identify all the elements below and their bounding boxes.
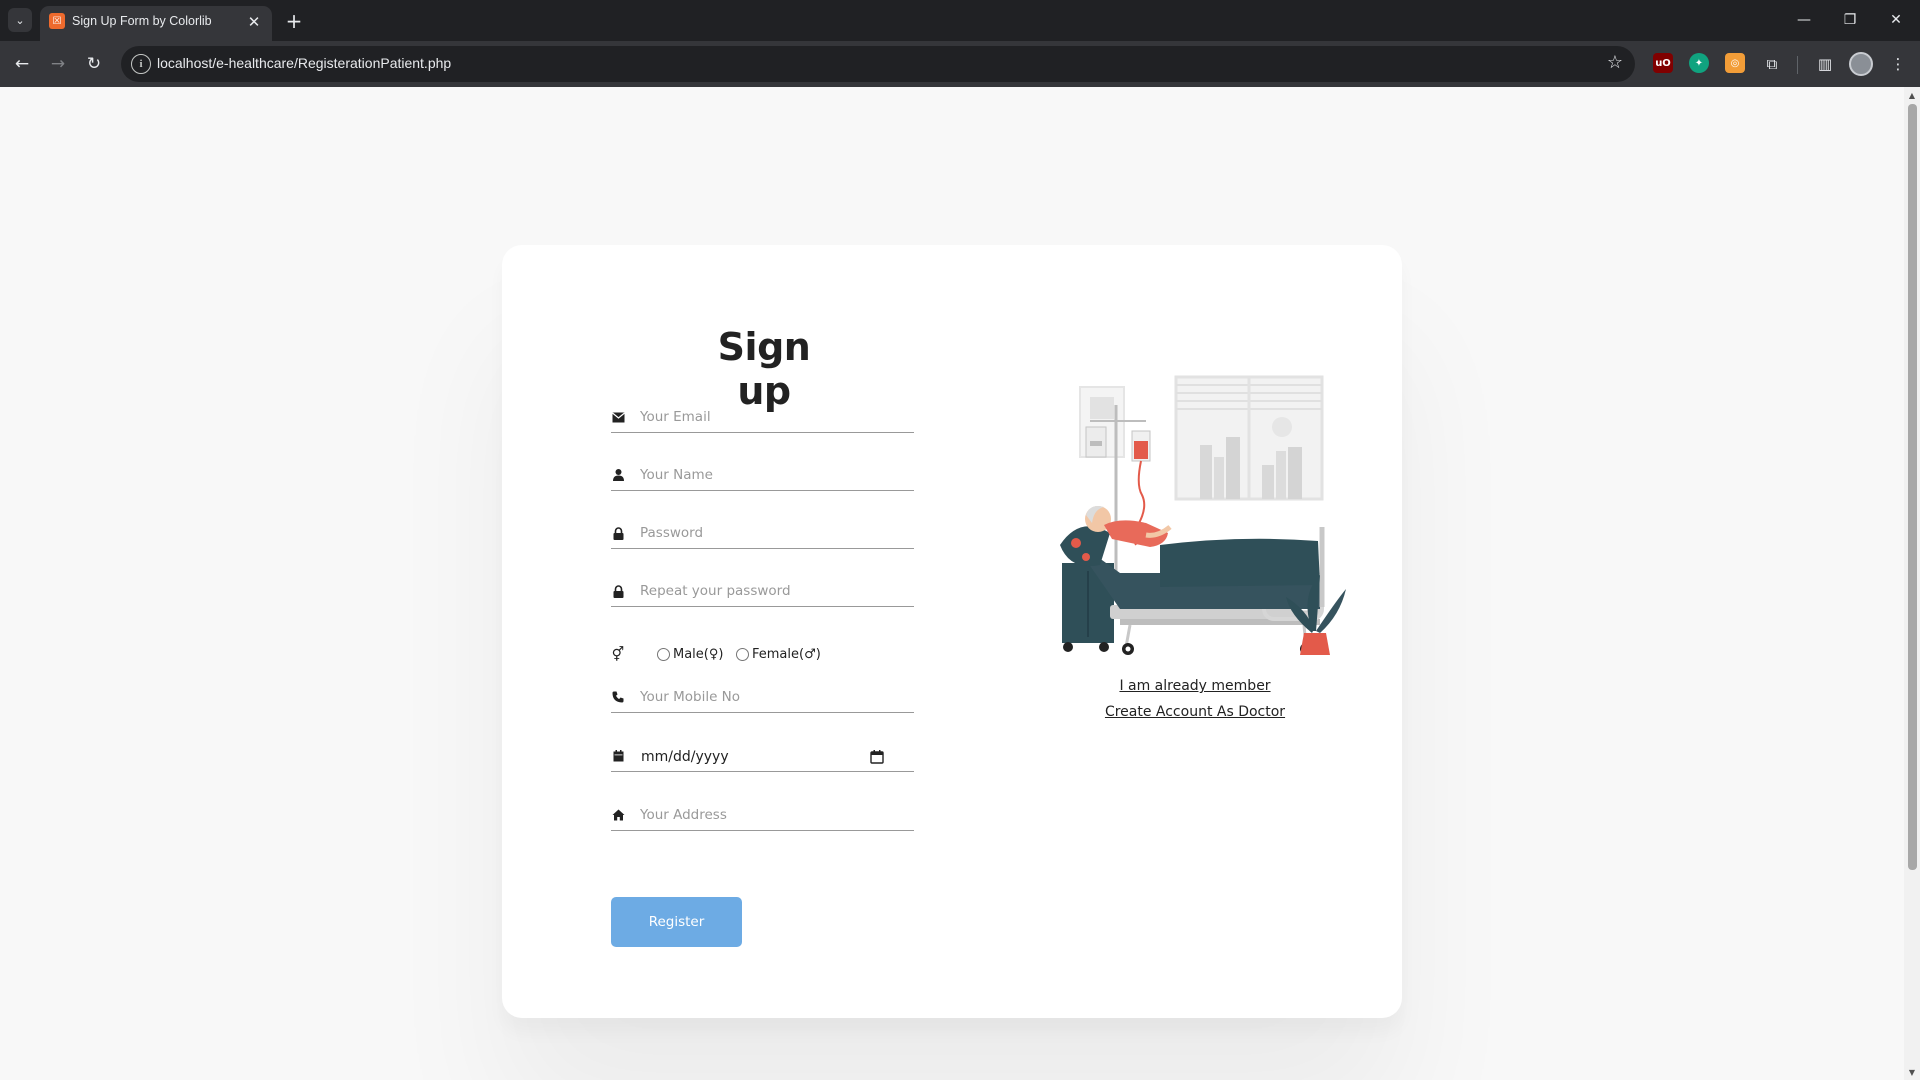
- register-button[interactable]: Register: [611, 897, 742, 947]
- repeat-password-input[interactable]: [640, 583, 910, 599]
- create-doctor-account-link[interactable]: Create Account As Doctor: [1062, 704, 1328, 720]
- lock-icon: [611, 583, 625, 599]
- mobile-input[interactable]: [640, 689, 910, 705]
- chatgpt-extension-icon[interactable]: ✦: [1689, 53, 1709, 73]
- phone-icon: [611, 689, 625, 705]
- home-icon: [611, 807, 625, 823]
- browser-tab[interactable]: ☒ Sign Up Form by Colorlib ✕: [40, 6, 272, 41]
- date-input-value[interactable]: mm/dd/yyyy: [641, 749, 729, 765]
- signup-card: Sign up Your Email Your Name ⚥ Male(♀) F…: [502, 245, 1402, 1018]
- new-tab-button[interactable]: +: [282, 9, 306, 33]
- profile-avatar[interactable]: [1849, 52, 1873, 76]
- page-viewport: Sign up Your Email Your Name ⚥ Male(♀) F…: [0, 87, 1920, 1080]
- gender-field: ⚥ Male(♀) Female(♂): [611, 645, 914, 667]
- female-radio-label[interactable]: Female(♂): [752, 647, 821, 662]
- back-icon[interactable]: ←: [10, 52, 34, 76]
- email-input[interactable]: [640, 409, 910, 425]
- tab-title: Sign Up Form by Colorlib: [72, 14, 212, 28]
- extensions-puzzle-icon[interactable]: ⧉: [1760, 52, 1784, 76]
- bookmark-star-icon[interactable]: ☆: [1607, 52, 1623, 73]
- female-radio[interactable]: [736, 648, 749, 661]
- close-tab-icon[interactable]: ✕: [244, 12, 264, 32]
- minimize-icon[interactable]: —: [1781, 6, 1827, 34]
- browser-toolbar: ← → ↻ i localhost/e-healthcare/Registera…: [0, 41, 1920, 87]
- hospital-patient-illustration: [1050, 375, 1350, 665]
- close-window-icon[interactable]: ✕: [1873, 6, 1919, 34]
- already-member-link[interactable]: I am already member: [1062, 678, 1328, 694]
- user-icon: [611, 467, 625, 483]
- page-scrollbar[interactable]: ▲ ▼: [1904, 87, 1920, 1080]
- restore-icon[interactable]: ❐: [1827, 6, 1873, 34]
- forward-icon[interactable]: →: [46, 52, 70, 76]
- calendar-icon: [611, 748, 625, 764]
- tab-search-button[interactable]: ⌄: [8, 8, 32, 32]
- scrollbar-thumb[interactable]: [1908, 104, 1917, 870]
- envelope-icon: [611, 409, 625, 425]
- repeat-password-field: [611, 577, 914, 607]
- tab-strip: ⌄ ☒ Sign Up Form by Colorlib ✕ + — ❐ ✕: [0, 0, 1920, 41]
- ublock-extension-icon[interactable]: uO: [1653, 53, 1673, 73]
- birthdate-field[interactable]: mm/dd/yyyy: [611, 742, 914, 772]
- reload-icon[interactable]: ↻: [82, 52, 106, 76]
- side-panel-icon[interactable]: ▥: [1813, 52, 1837, 76]
- address-field: [611, 801, 914, 831]
- male-radio[interactable]: [657, 648, 670, 661]
- name-field: [611, 461, 914, 491]
- address-input[interactable]: [640, 807, 910, 823]
- male-radio-label[interactable]: Male(♀): [673, 647, 723, 662]
- name-input[interactable]: [640, 467, 910, 483]
- calendar-picker-icon[interactable]: [870, 749, 884, 764]
- address-bar[interactable]: i localhost/e-healthcare/RegisterationPa…: [121, 46, 1635, 82]
- mobile-field: [611, 683, 914, 713]
- site-info-icon[interactable]: i: [131, 54, 151, 74]
- gender-icon: ⚥: [611, 647, 625, 663]
- orange-extension-icon[interactable]: ◎: [1725, 53, 1745, 73]
- menu-kebab-icon[interactable]: ⋮: [1886, 52, 1910, 76]
- url-text[interactable]: localhost/e-healthcare/RegisterationPati…: [157, 55, 451, 71]
- password-field: [611, 519, 914, 549]
- email-field: [611, 403, 914, 433]
- page-title: Sign up: [717, 325, 811, 413]
- scroll-down-arrow-icon[interactable]: ▼: [1904, 1064, 1920, 1080]
- toolbar-divider: [1797, 56, 1798, 74]
- scroll-up-arrow-icon[interactable]: ▲: [1904, 87, 1920, 103]
- favicon-icon: ☒: [49, 13, 65, 29]
- lock-icon: [611, 525, 625, 541]
- password-input[interactable]: [640, 525, 910, 541]
